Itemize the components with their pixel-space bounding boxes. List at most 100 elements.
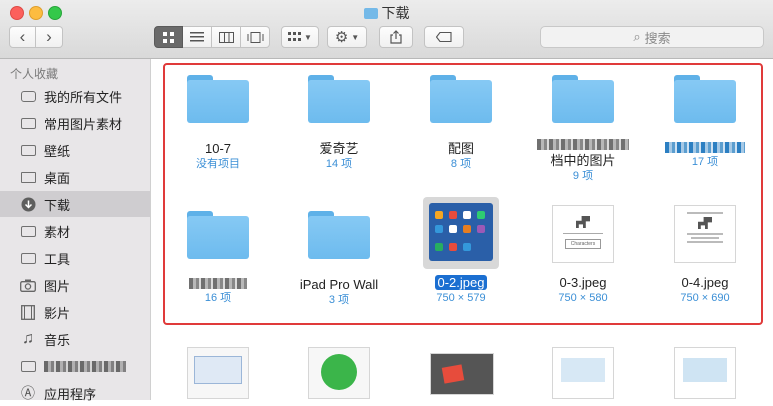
file-name: 10-7	[204, 141, 232, 156]
edit-tags-button[interactable]	[424, 26, 464, 48]
file-item[interactable]: 17 项	[650, 75, 760, 169]
file-item[interactable]: 配图 8 项	[406, 75, 516, 171]
file-item[interactable]: iPad Pro Wall 3 项	[284, 211, 394, 307]
search-placeholder: 搜索	[644, 30, 671, 46]
search-field[interactable]: ⌕ 搜索	[540, 26, 764, 48]
redacted-name-line	[528, 139, 638, 151]
redacted-name	[163, 277, 273, 291]
gallery-view-button[interactable]	[241, 26, 270, 48]
list-view-button[interactable]	[183, 26, 212, 48]
image-thumbnail[interactable]	[552, 347, 614, 399]
sidebar-item-applications[interactable]: Ⓐ 应用程序	[0, 380, 150, 406]
gear-icon: ⚙	[334, 29, 349, 46]
file-name: 0-2.jpeg	[406, 275, 516, 291]
file-item[interactable]: 爱奇艺 14 项	[284, 75, 394, 171]
file-name: 档中的图片	[550, 153, 616, 168]
folder-icon	[552, 75, 614, 123]
image-thumbnail[interactable]	[674, 347, 736, 399]
columns-icon	[218, 31, 234, 43]
folder-icon	[20, 359, 36, 373]
action-button[interactable]: ⚙ ▼	[327, 26, 367, 48]
file-info: 3 项	[328, 294, 350, 306]
folder-icon	[308, 211, 370, 259]
image-thumbnail: Characters	[552, 205, 614, 263]
column-view-button[interactable]	[212, 26, 241, 48]
sidebar-item-music[interactable]: ♫ 音乐	[0, 326, 150, 352]
share-button[interactable]	[379, 26, 413, 48]
sidebar-item-redacted[interactable]	[0, 353, 150, 379]
file-info: 9 项	[572, 170, 594, 182]
image-thumbnail	[674, 205, 736, 263]
image-thumbnail[interactable]	[430, 353, 494, 395]
sidebar-item-downloads[interactable]: 下载	[0, 191, 150, 217]
dinosaur-icon	[576, 216, 590, 228]
cover-flow-icon	[247, 31, 263, 43]
arrange-grid-icon	[288, 32, 302, 41]
folder-icon	[674, 75, 736, 123]
search-icon: ⌕	[633, 29, 641, 44]
dinosaur-icon	[698, 217, 712, 229]
file-info: 750 × 579	[436, 292, 486, 304]
file-name: 爱奇艺	[319, 141, 359, 156]
forward-button[interactable]: ›	[36, 26, 63, 48]
image-thumbnail[interactable]	[187, 347, 249, 399]
file-browser: 10-7 没有项目 爱奇艺 14 项 配图 8 项 档中的图片 9 项 17 项…	[151, 59, 773, 400]
camera-icon	[20, 278, 36, 292]
thumbnail-text: Characters	[565, 239, 601, 249]
film-icon	[20, 304, 36, 320]
folder-icon	[187, 75, 249, 123]
file-info: 8 项	[450, 158, 472, 170]
sidebar-item-movies[interactable]: 影片	[0, 299, 150, 325]
file-info: 14 项	[325, 158, 353, 170]
file-info: 750 × 580	[558, 292, 608, 304]
icon-view-button[interactable]	[154, 26, 183, 48]
folder-icon	[187, 211, 249, 259]
applications-icon: Ⓐ	[21, 385, 35, 401]
file-item[interactable]: 档中的图片 9 项	[528, 75, 638, 183]
file-item[interactable]: Characters 0-3.jpeg 750 × 580	[528, 205, 638, 305]
sidebar-item-wallpaper[interactable]: 壁纸	[0, 137, 150, 163]
folder-icon	[20, 251, 36, 265]
file-name: 0-4.jpeg	[681, 275, 729, 290]
sidebar-item-tools[interactable]: 工具	[0, 245, 150, 271]
redacted-label	[44, 360, 126, 372]
sidebar-item-materials[interactable]: 素材	[0, 218, 150, 244]
sidebar-item-pictures[interactable]: 图片	[0, 272, 150, 298]
file-name: 配图	[447, 141, 474, 156]
file-info: 没有项目	[196, 158, 240, 170]
folder-icon	[308, 75, 370, 123]
chevron-down-icon: ▼	[304, 32, 312, 42]
image-thumbnail	[423, 197, 499, 269]
file-info: 750 × 690	[680, 292, 730, 304]
sidebar-item-desktop[interactable]: 桌面	[0, 164, 150, 190]
chevron-down-icon: ▼	[351, 32, 360, 42]
sidebar-item-common-images[interactable]: 常用图片素材	[0, 110, 150, 136]
group-by-button[interactable]: ▼	[281, 26, 319, 48]
downloads-folder-icon	[363, 8, 378, 19]
file-name: iPad Pro Wall	[299, 277, 379, 292]
file-item[interactable]: 10-7 没有项目	[163, 75, 273, 171]
folder-icon	[20, 143, 36, 157]
share-icon	[390, 30, 402, 44]
file-name: 0-3.jpeg	[559, 275, 607, 290]
image-thumbnail[interactable]	[308, 347, 370, 399]
file-info: 16 项	[204, 292, 232, 304]
window-title: 下载	[0, 3, 773, 23]
phone-screenshot-image	[429, 203, 493, 261]
desktop-icon	[20, 170, 36, 184]
sidebar-item-all-files[interactable]: 我的所有文件	[0, 83, 150, 109]
back-button[interactable]: ‹	[9, 26, 36, 48]
tag-icon	[436, 32, 452, 42]
music-icon: ♫	[22, 330, 34, 347]
file-item[interactable]: 0-4.jpeg 750 × 690	[650, 205, 760, 305]
favorites-header: 个人收藏	[10, 67, 59, 81]
list-icon	[190, 32, 204, 42]
sidebar: 个人收藏 我的所有文件 常用图片素材 壁纸 桌面 下载 素材 工具 图片 影片 …	[0, 59, 151, 402]
download-icon	[20, 197, 36, 211]
folder-icon	[430, 75, 492, 123]
file-item-selected[interactable]: 0-2.jpeg 750 × 579	[406, 197, 516, 305]
file-info: 17 项	[691, 156, 719, 168]
file-item[interactable]: 16 项	[163, 211, 273, 305]
redacted-name	[650, 141, 760, 155]
view-mode-segment	[154, 26, 270, 48]
